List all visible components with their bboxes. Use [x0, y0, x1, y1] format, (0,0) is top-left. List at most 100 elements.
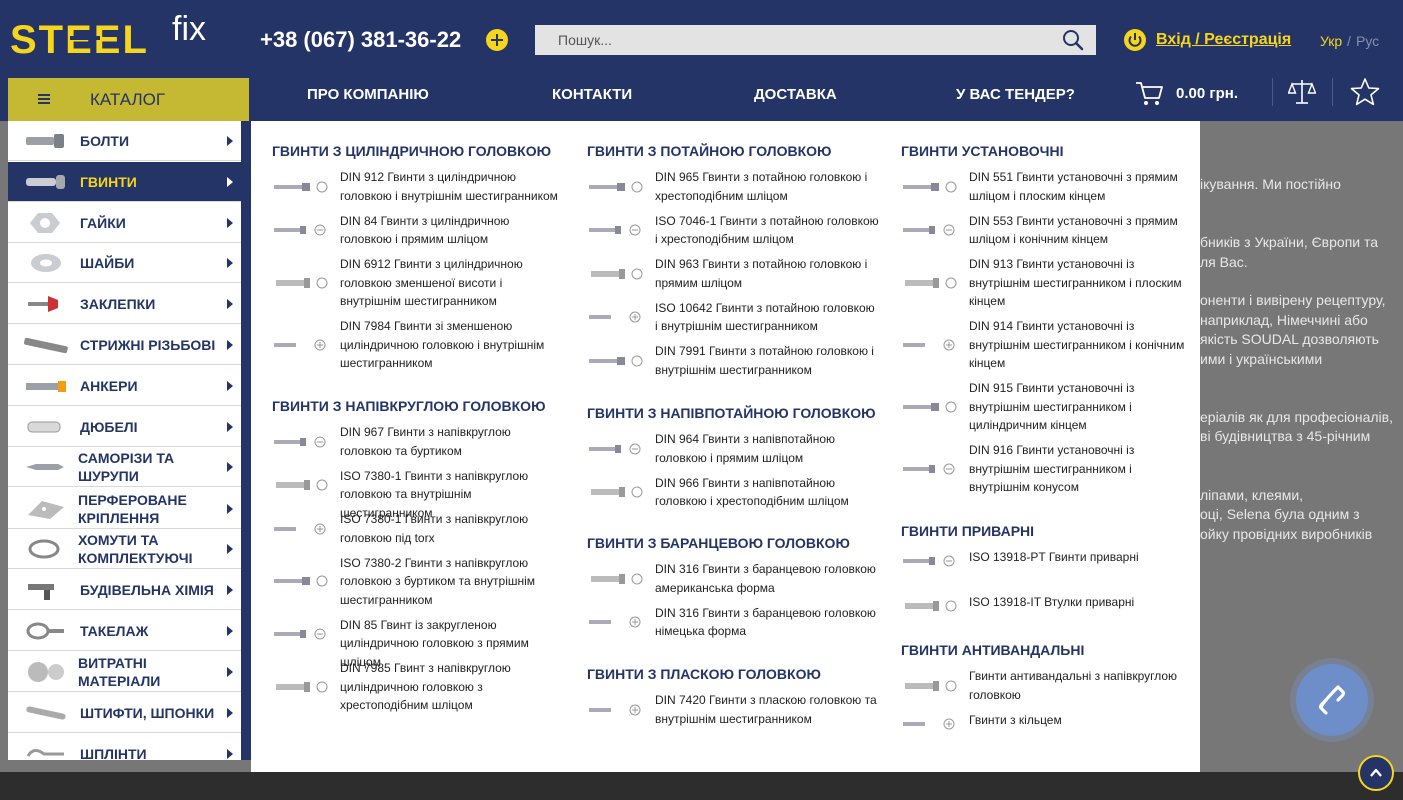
menu-entry[interactable]: DIN 913 Гвинти установочні із внутрішнім…	[901, 255, 1193, 311]
section-title[interactable]: ГВИНТИ ПРИВАРНІ	[901, 523, 1034, 539]
menu-entry[interactable]: Гвинти з кільцем	[901, 711, 1193, 737]
menu-entry[interactable]: DIN 553 Гвинти установочні з прямим шліц…	[901, 212, 1193, 249]
menu-entry-label: DIN 966 Гвинти з напівпотайною головкою …	[655, 475, 849, 509]
menu-entry[interactable]: ISO 7380-1 Гвинти з напівкруглою головко…	[272, 510, 564, 547]
nav-about[interactable]: ПРО КОМПАНІЮ	[307, 86, 429, 103]
catalog-button[interactable]: КАТАЛОГ	[8, 78, 249, 121]
power-icon[interactable]	[1123, 28, 1147, 52]
section-title[interactable]: ГВИНТИ З ПОТАЙНОЮ ГОЛОВКОЮ	[587, 143, 832, 159]
sidebar-item[interactable]: БУДІВЕЛЬНА ХІМІЯ	[8, 570, 241, 610]
sidebar-item[interactable]: ДЮБЕЛІ	[8, 407, 241, 447]
sidebar-item[interactable]: СТРИЖНІ РІЗЬБОВІ	[8, 325, 241, 365]
favorites-icon[interactable]	[1350, 77, 1380, 107]
sidebar-item[interactable]: ГВИНТИ	[8, 162, 241, 202]
cart-icon[interactable]	[1134, 79, 1164, 107]
menu-entry[interactable]: DIN 916 Гвинти установочні із внутрішнім…	[901, 441, 1193, 497]
chevron-up-icon	[1370, 768, 1382, 777]
menu-entry-label: DIN 7420 Гвинти з пласкою головкою та вн…	[655, 693, 877, 726]
background-text-line: ікування. Ми постійно	[1200, 176, 1341, 192]
sidebar-item[interactable]: ТАКЕЛАЖ	[8, 611, 241, 651]
menu-entry[interactable]: DIN 965 Гвинти з потайною головкою і хре…	[587, 168, 879, 205]
menu-entry[interactable]: ISO 7380-2 Гвинти з напівкруглою головко…	[272, 554, 564, 610]
lang-ukrainian[interactable]: Укр	[1320, 33, 1342, 49]
menu-entry[interactable]: DIN 84 Гвинти з циліндричною головкою і …	[272, 212, 564, 249]
background-text-line: ліпами, клеями,	[1200, 487, 1304, 503]
section-title[interactable]: ГВИНТИ З ПЛАСКОЮ ГОЛОВКОЮ	[587, 666, 821, 682]
phone-more-icon[interactable]	[486, 29, 508, 51]
sidebar-item[interactable]: ЗАКЛЕПКИ	[8, 284, 241, 324]
screw-thumbnail-icon	[276, 277, 328, 289]
screw-thumbnail-icon	[274, 575, 328, 587]
menu-entry-label: ISO 7046-1 Гвинти з потайною головкою і …	[655, 213, 879, 247]
sidebar-item-label: ВИТРАТНІ МАТЕРІАЛИ	[78, 655, 161, 689]
menu-entry[interactable]: ISO 7046-1 Гвинти з потайною головкою і …	[587, 212, 879, 249]
lang-russian[interactable]: Рус	[1356, 33, 1379, 49]
sidebar-scrollbar[interactable]	[241, 121, 251, 760]
menu-entry[interactable]: DIN 316 Гвинти з баранцевою головкою нім…	[587, 604, 879, 641]
nav-delivery[interactable]: ДОСТАВКА	[754, 86, 837, 103]
menu-entry-label: DIN 965 Гвинти з потайною головкою і хре…	[655, 170, 868, 203]
chevron-right-icon	[227, 626, 233, 636]
sidebar-item[interactable]: ПЕРФЕРОВАНЕ КРІПЛЕННЯ	[8, 489, 241, 529]
chevron-right-icon	[227, 136, 233, 146]
search-icon[interactable]	[1062, 29, 1084, 51]
sidebar-item[interactable]: ВИТРАТНІ МАТЕРІАЛИ	[8, 652, 241, 692]
menu-entry[interactable]: DIN 966 Гвинти з напівпотайною головкою …	[587, 474, 879, 511]
menu-entry[interactable]: DIN 915 Гвинти установочні із внутрішнім…	[901, 379, 1193, 435]
menu-entry[interactable]: DIN 964 Гвинти з напівпотайною головкою …	[587, 430, 879, 467]
sidebar-item[interactable]: ХОМУТИ ТА КОМПЛЕКТУЮЧІ	[8, 529, 241, 569]
menu-entry[interactable]: DIN 316 Гвинти з баранцевою головкою аме…	[587, 560, 879, 597]
menu-entry[interactable]: DIN 6912 Гвинти з циліндричною головкою …	[272, 255, 564, 311]
menu-entry-image	[901, 317, 969, 373]
sidebar-item[interactable]: ГАЙКИ	[8, 203, 241, 243]
sidebar-item[interactable]: САМОРІЗИ ТА ШУРУПИ	[8, 447, 241, 487]
sidebar-item[interactable]: ШПЛІНТИ	[8, 734, 241, 760]
screw-thumbnail-icon	[903, 718, 955, 729]
section-title[interactable]: ГВИНТИ УСТАНОВОЧНІ	[901, 143, 1063, 159]
menu-entry[interactable]: ISO 13918-IT Втулки приварні	[901, 593, 1193, 619]
menu-entry-label: ISO 7380-1 Гвинти з напівкруглою головко…	[340, 468, 529, 520]
menu-entry-label: DIN 916 Гвинти установочні із внутрішнім…	[969, 443, 1135, 494]
menu-entry[interactable]: ISO 7380-1 Гвинти з напівкруглою головко…	[272, 467, 564, 520]
menu-entry[interactable]: DIN 912 Гвинти з циліндричною головкою і…	[272, 168, 564, 205]
menu-entry[interactable]: Гвинти антивандальні з напівкруглою голо…	[901, 667, 1193, 704]
menu-entry[interactable]: ISO 10642 Гвинти з потайною головкою і в…	[587, 299, 879, 336]
menu-entry-image	[901, 379, 969, 435]
section-title[interactable]: ГВИНТИ АНТИВАНДАЛЬНІ	[901, 642, 1084, 658]
compare-icon[interactable]	[1288, 78, 1316, 106]
menu-entry[interactable]: DIN 967 Гвинти з напівкруглою головкою т…	[272, 423, 564, 460]
menu-entry[interactable]: ISO 13918-PT Гвинти приварні	[901, 548, 1193, 574]
scroll-top-button[interactable]	[1358, 755, 1394, 791]
sidebar-item[interactable]: ШАЙБИ	[8, 243, 241, 283]
menu-entry[interactable]: DIN 7420 Гвинти з пласкою головкою та вн…	[587, 691, 879, 728]
section-title[interactable]: ГВИНТИ З ЦИЛІНДРИЧНОЮ ГОЛОВКОЮ	[272, 143, 551, 159]
call-button[interactable]	[1296, 664, 1368, 736]
menu-entry[interactable]: DIN 551 Гвинти установочні з прямим шліц…	[901, 168, 1193, 205]
section-title[interactable]: ГВИНТИ З БАРАНЦЕВОЮ ГОЛОВКОЮ	[587, 535, 850, 551]
sidebar-item[interactable]: ШТИФТИ, ШПОНКИ	[8, 693, 241, 733]
menu-entry[interactable]: DIN 7984 Гвинти зі зменшеною циліндрично…	[272, 317, 564, 373]
background-text-line: оці, Selena була одним з	[1200, 506, 1360, 522]
phone-number[interactable]: +38 (067) 381-36-22	[260, 27, 461, 53]
sidebar-item[interactable]: БОЛТИ	[8, 121, 241, 161]
menu-entry-image	[587, 430, 655, 467]
menu-entry-image	[272, 510, 340, 547]
menu-entry[interactable]: DIN 7985 Гвинт з напівкруглою циліндричн…	[272, 659, 564, 715]
section-title[interactable]: ГВИНТИ З НАПІВПОТАЙНОЮ ГОЛОВКОЮ	[587, 405, 876, 421]
sidebar-item[interactable]: АНКЕРИ	[8, 366, 241, 406]
section-title[interactable]: ГВИНТИ З НАПІВКРУГЛОЮ ГОЛОВКОЮ	[272, 398, 546, 414]
screw-thumbnail-icon	[274, 523, 326, 534]
menu-entry[interactable]: DIN 963 Гвинти з потайною головкою і пря…	[587, 255, 879, 292]
nav-contacts[interactable]: КОНТАКТИ	[552, 86, 632, 103]
screw-thumbnail-icon	[274, 628, 326, 640]
nav-tender[interactable]: У ВАС ТЕНДЕР?	[956, 86, 1075, 103]
cart-total[interactable]: 0.00 грн.	[1176, 85, 1238, 102]
site-logo[interactable]: STEEL fix	[10, 6, 222, 62]
login-link[interactable]: Вхід / Реєстрація	[1156, 31, 1291, 49]
menu-entry-image	[587, 255, 655, 292]
search-input[interactable]	[535, 25, 1035, 55]
menu-entry[interactable]: DIN 85 Гвинт із закругленою циліндричною…	[272, 616, 564, 669]
menu-entry-label: DIN 6912 Гвинти з циліндричною головкою …	[340, 257, 523, 308]
menu-entry[interactable]: DIN 914 Гвинти установочні із внутрішнім…	[901, 317, 1193, 373]
menu-entry[interactable]: DIN 7991 Гвинти з потайною головкою і вн…	[587, 342, 879, 379]
